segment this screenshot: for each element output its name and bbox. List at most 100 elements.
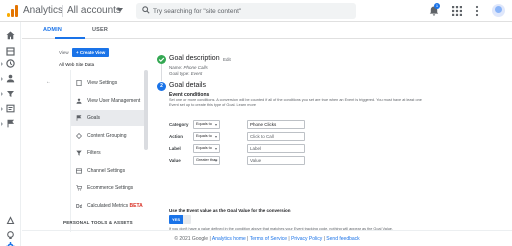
nav-scrollbar[interactable] [144, 70, 148, 150]
nav-item-content-grouping[interactable]: Content Grouping [71, 128, 145, 144]
operator-dropdown[interactable]: Equals to [193, 132, 220, 141]
step-connector [161, 64, 162, 81]
expand-caret-icon [1, 77, 3, 81]
analytics-logo-icon[interactable] [7, 5, 19, 17]
search-input[interactable] [153, 3, 353, 19]
customization-icon[interactable] [5, 46, 16, 57]
action-input[interactable] [247, 132, 305, 141]
goal-name-label: Name: [169, 65, 183, 70]
audience-person-icon[interactable] [5, 73, 16, 84]
acquisition-icon[interactable] [5, 88, 16, 99]
goal-type-summary: Goal type: Event [169, 71, 202, 76]
left-rail [0, 22, 21, 246]
nav-item-label: View User Management [87, 98, 141, 104]
cart-icon [76, 185, 82, 191]
admin-tabs: ADMIN USER [22, 22, 512, 39]
category-input[interactable] [247, 120, 305, 129]
condition-label: Category [169, 122, 189, 127]
conversions-flag-icon[interactable] [5, 118, 16, 129]
nav-item-label: Calculated Metrics BETA [87, 203, 143, 209]
apps-grid-icon[interactable] [451, 5, 463, 17]
event-value-toggle[interactable]: YES [169, 215, 191, 224]
event-conditions-help: Set one or more conditions. A conversion… [169, 98, 422, 108]
step-complete-check-icon [157, 55, 166, 64]
nav-item-label: Filters [87, 150, 101, 156]
back-arrow-icon[interactable]: ← [46, 79, 51, 85]
tab-user[interactable]: USER [92, 27, 108, 33]
more-vert-icon[interactable] [471, 5, 483, 17]
nav-item-filters[interactable]: Filters [71, 145, 145, 161]
label-input[interactable] [247, 144, 305, 153]
nav-item-label: Goals [87, 115, 101, 121]
nav-item-view-settings[interactable]: View Settings [71, 75, 145, 91]
channel-icon [76, 168, 82, 174]
nav-item-calculated-metrics[interactable]: Dd Calculated Metrics BETA [71, 198, 145, 214]
expand-caret-icon [1, 62, 3, 66]
behavior-icon[interactable] [5, 103, 16, 114]
condition-row-value: Value Greater than [169, 156, 429, 166]
condition-label: Value [169, 158, 181, 163]
nav-item-view-user-management[interactable]: View User Management [71, 93, 145, 109]
edit-description-link[interactable]: Edit [223, 57, 231, 62]
view-label: View [59, 50, 69, 55]
nav-section-heading: PERSONAL TOOLS & ASSETS [63, 220, 133, 225]
discover-lightbulb-icon[interactable] [5, 230, 16, 241]
operator-dropdown[interactable]: Equals to [193, 120, 220, 129]
filter-icon [76, 150, 82, 156]
operator-dropdown[interactable]: Greater than [193, 156, 220, 165]
nav-item-label: Channel Settings [87, 168, 126, 174]
content-icon [76, 133, 82, 139]
beta-badge: BETA [129, 203, 143, 209]
nav-item-ecommerce-settings[interactable]: Ecommerce Settings [71, 180, 145, 196]
condition-row-category: Category Equals to [169, 120, 429, 130]
nav-item-goals[interactable]: Goals [71, 110, 145, 126]
goal-name-value: Phone Calls [183, 65, 208, 70]
value-input[interactable] [247, 156, 305, 165]
goal-type-value: Event [190, 71, 203, 76]
tab-admin[interactable]: ADMIN [43, 27, 62, 33]
footer-links: © 2021 Google | Analytics home | Terms o… [174, 236, 360, 242]
nav-item-label-text: Calculated Metrics [87, 203, 129, 209]
goal-type-label: Goal type: [169, 71, 190, 76]
toggle-yes-label: YES [169, 215, 183, 224]
terms-of-service-link[interactable]: Terms of Service [250, 236, 287, 242]
privacy-policy-link[interactable]: Privacy Policy [291, 236, 322, 242]
nav-item-label: Ecommerce Settings [87, 185, 134, 191]
search-box[interactable] [136, 3, 356, 19]
app-title: Analytics [23, 5, 64, 16]
admin-gear-icon[interactable] [5, 241, 16, 246]
condition-label: Label [169, 146, 181, 151]
event-value-title: Use the Event value as the Goal Value fo… [169, 208, 291, 213]
attribution-icon[interactable] [5, 215, 16, 226]
chevron-down-icon[interactable] [117, 8, 123, 12]
notification-badge: 1 [434, 3, 440, 9]
flag-icon [76, 115, 82, 121]
footer: © 2021 Google | Analytics home | Terms o… [22, 230, 512, 246]
view-selector[interactable]: All Web Site Data [59, 62, 94, 67]
account-selector[interactable]: All accounts [67, 5, 121, 16]
operator-dropdown[interactable]: Equals to [193, 144, 220, 153]
users-icon [76, 98, 82, 104]
top-bar: Analytics All accounts 1 [0, 0, 512, 22]
nav-item-channel-settings[interactable]: Channel Settings [71, 163, 145, 179]
copyright-text: © 2021 Google | [174, 236, 211, 242]
nav-item-label: View Settings [87, 80, 118, 86]
expand-caret-icon [1, 122, 3, 126]
avatar[interactable] [492, 4, 505, 17]
home-icon[interactable] [5, 30, 16, 41]
condition-row-action: Action Equals to [169, 132, 429, 142]
document-icon [76, 80, 82, 86]
condition-label: Action [169, 134, 183, 139]
analytics-home-link[interactable]: Analytics home [212, 236, 246, 242]
step-number-badge: 2 [157, 82, 166, 91]
realtime-clock-icon[interactable] [5, 58, 16, 69]
create-view-button[interactable]: + Create View [72, 48, 110, 57]
expand-caret-icon [1, 92, 3, 96]
goal-name-summary: Name: Phone Calls [169, 65, 208, 70]
goal-details-title: Goal details [169, 82, 206, 89]
send-feedback-link[interactable]: Send feedback [326, 236, 359, 242]
dd-icon: Dd [76, 204, 82, 209]
title-divider [62, 5, 63, 17]
nav-item-label: Content Grouping [87, 133, 127, 139]
condition-row-label: Label Equals to [169, 144, 429, 154]
